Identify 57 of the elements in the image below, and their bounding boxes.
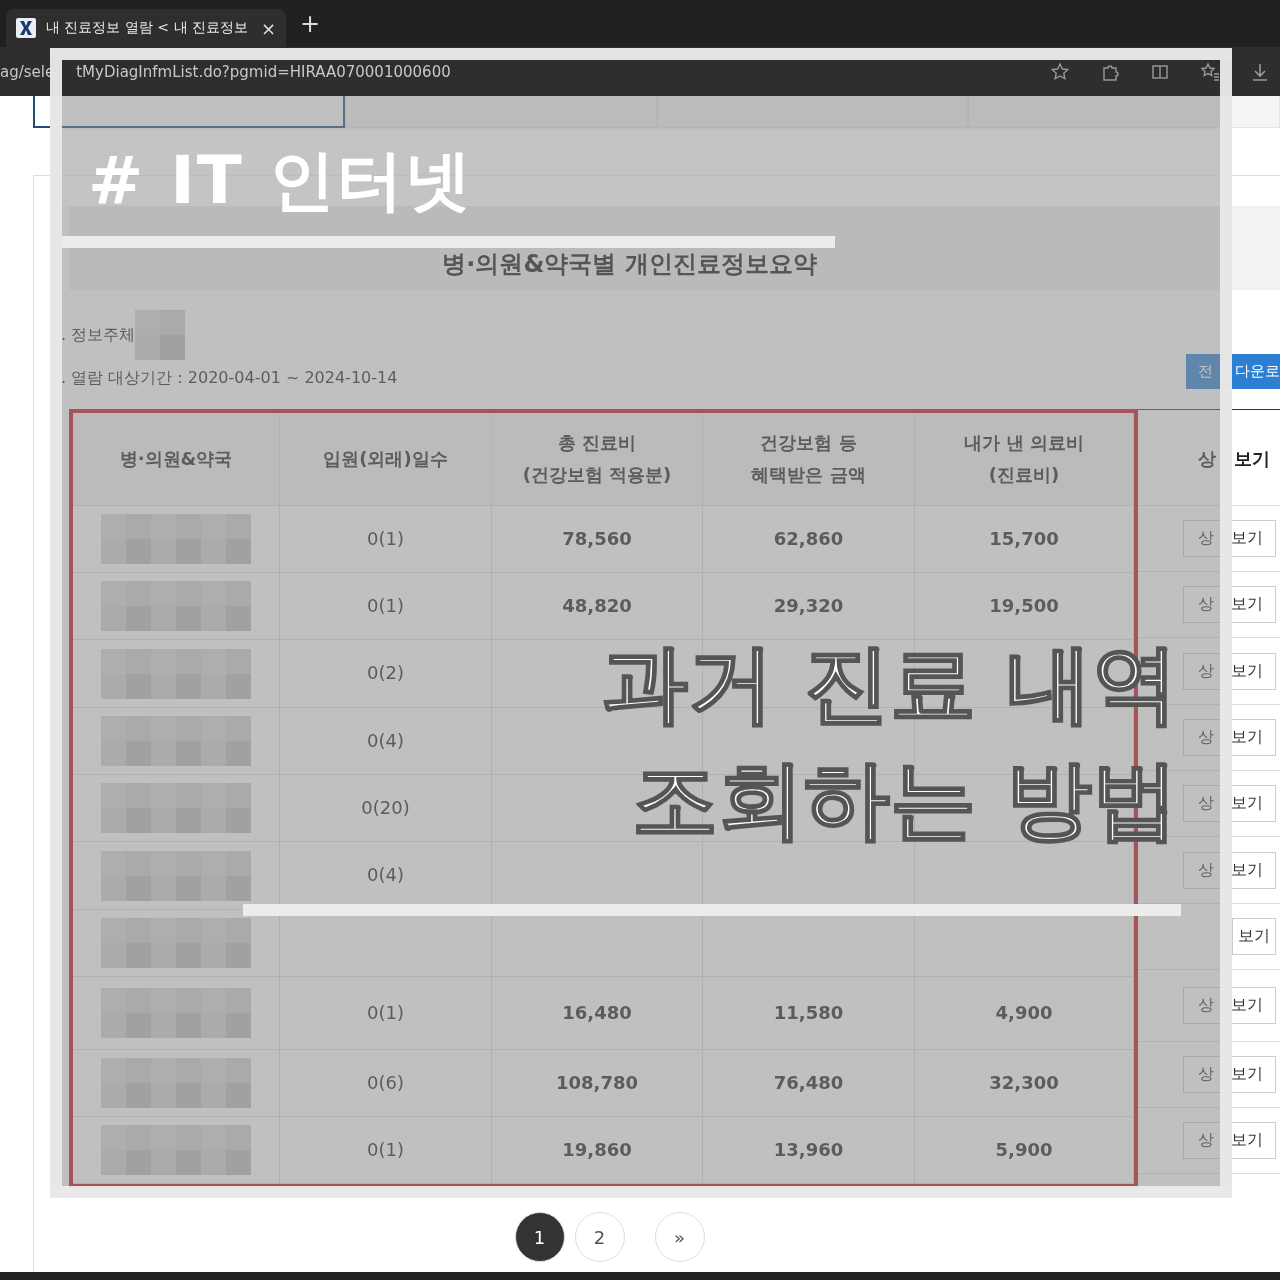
table-cell-text: 78,560: [562, 526, 632, 551]
table-cell-text: 0(20): [361, 795, 410, 820]
table-cell-text: 0(4): [367, 728, 404, 753]
header-cell: 총 진료비 (건강보험 적용분): [492, 413, 703, 505]
detail-button[interactable]: 상 보기: [1183, 719, 1276, 756]
header-cell-text: 상 보기: [1198, 447, 1270, 472]
table-cell-text: 76,480: [773, 1070, 844, 1095]
header-cell: 건강보험 등 혜택받은 금액: [703, 413, 915, 505]
star-icon[interactable]: [1050, 61, 1070, 82]
table-cell-text: 0(2): [367, 661, 404, 686]
table-cell-text: 108,780: [556, 1070, 638, 1095]
table-cell-text: 0(1): [367, 526, 404, 551]
detail-button[interactable]: 상 보기: [1183, 520, 1276, 557]
table-cell-text: 11,580: [773, 1000, 844, 1025]
table-cell-text: 0(1): [367, 1000, 404, 1025]
subject-label: . 정보주체: [61, 324, 136, 346]
table-cell-text: 0(1): [367, 1137, 404, 1162]
detail-button[interactable]: 상 보기: [1183, 1056, 1276, 1093]
detail-button[interactable]: 상 보기: [1183, 652, 1276, 690]
section-title: 병·의원&약국별 개인진료정보요약: [442, 249, 817, 280]
detail-button[interactable]: 상 보기: [1183, 987, 1276, 1024]
favorites-icon[interactable]: [1200, 61, 1220, 82]
table-cell-text: 48,820: [562, 593, 632, 618]
download-icon[interactable]: [1250, 61, 1270, 82]
table-cell-text: 19,860: [562, 1137, 632, 1162]
table-cell-text: 16,480: [562, 1000, 632, 1025]
table-cell-text: 15,700: [989, 526, 1059, 551]
detail-button[interactable]: 상 보기: [1183, 586, 1276, 623]
table-cell-text: 4,900: [995, 1000, 1053, 1025]
page-button[interactable]: 2: [574, 1212, 625, 1262]
tag-title: # IT 인터넷: [88, 141, 473, 221]
header-cell: 입원(외래)일수: [280, 413, 492, 505]
table-cell-text: 32,300: [989, 1070, 1059, 1095]
download-button[interactable]: 전 다운로: [1186, 354, 1280, 389]
page-button[interactable]: 1: [514, 1212, 565, 1262]
page-tab[interactable]: [33, 96, 345, 128]
period-text: . 열람 대상기간 : 2020-04-01 ~ 2024-10-14: [61, 368, 398, 389]
logo-icon: [16, 18, 36, 38]
table-cell-text: 29,320: [773, 593, 844, 618]
table-cell-text: 19,500: [989, 593, 1059, 618]
detail-button[interactable]: 상 보기: [1183, 1122, 1276, 1159]
table-cell-text: 13,960: [773, 1137, 844, 1162]
table-cell-text: 62,860: [773, 526, 844, 551]
table-cell-text: 0(6): [367, 1070, 404, 1095]
detail-button[interactable]: 상 보기: [1183, 785, 1276, 822]
detail-button[interactable]: 보기: [1232, 918, 1276, 955]
table-cell-text: 0(4): [367, 863, 404, 888]
close-icon[interactable]: ×: [260, 17, 276, 39]
header-cell: 내가 낸 의료비 (진료비): [915, 413, 1134, 505]
page-button[interactable]: »: [654, 1212, 705, 1262]
tab-title: 내 진료정보 열람 < 내 진료정보: [46, 19, 249, 37]
header-cell: 병·의원&약국: [73, 413, 280, 505]
detail-button[interactable]: 상 보기: [1183, 851, 1276, 889]
new-tab-button[interactable]: +: [300, 9, 321, 38]
table-cell-text: 5,900: [995, 1137, 1053, 1162]
table-cell-text: 0(1): [367, 593, 404, 618]
browser-tab[interactable]: 내 진료정보 열람 < 내 진료정보 ×: [6, 9, 286, 47]
